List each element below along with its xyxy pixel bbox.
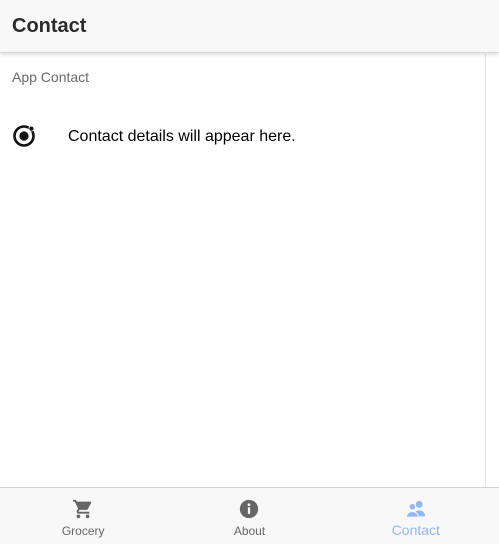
scrollbar[interactable] <box>485 54 499 487</box>
page-title: Contact <box>12 15 87 37</box>
list-header: App Contact <box>12 69 90 85</box>
tab-contact-label: Contact <box>391 522 440 538</box>
cart-icon <box>73 499 92 519</box>
tab-grocery[interactable]: Grocery <box>0 488 166 544</box>
tab-bar: Grocery About Contact <box>0 487 499 544</box>
content-area[interactable]: App Contact Contact details will appear … <box>0 54 485 487</box>
app-header: Contact <box>0 0 499 53</box>
tab-about-label: About <box>233 524 266 538</box>
tab-about[interactable]: About <box>166 488 332 544</box>
ionic-logo-icon <box>13 125 35 147</box>
people-icon <box>405 500 425 518</box>
tab-grocery-label: Grocery <box>61 524 105 538</box>
tab-contact[interactable]: Contact <box>333 488 499 544</box>
contact-item-label: Contact details will appear here. <box>68 128 296 145</box>
contact-item: Contact details will appear here. <box>0 118 485 154</box>
info-icon <box>240 499 259 519</box>
